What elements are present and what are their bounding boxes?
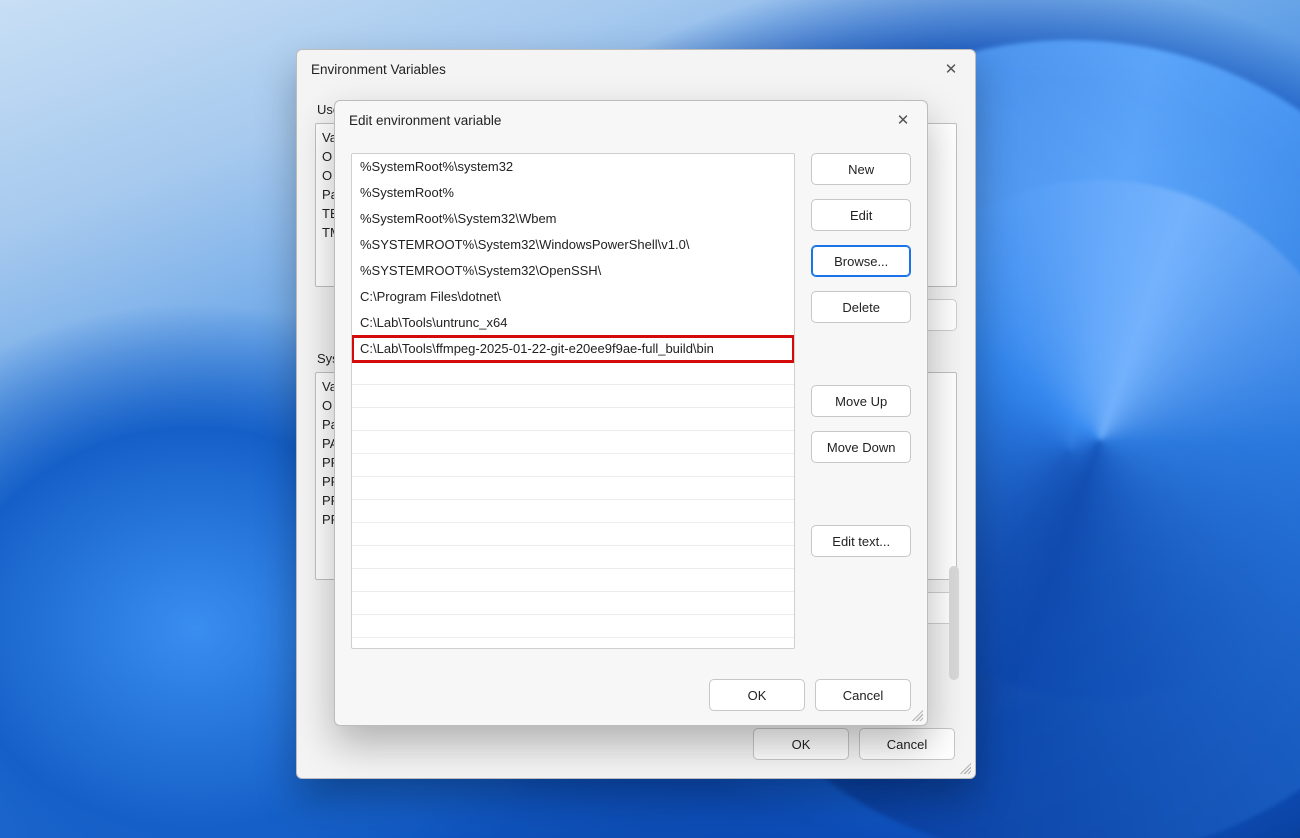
path-entry[interactable]: %SystemRoot%\system32: [352, 154, 794, 180]
delete-button[interactable]: Delete: [811, 291, 911, 323]
path-entry[interactable]: %SYSTEMROOT%\System32\OpenSSH\: [352, 258, 794, 284]
resize-grip[interactable]: [957, 760, 971, 774]
cancel-button[interactable]: Cancel: [859, 728, 955, 760]
resize-grip[interactable]: [909, 707, 923, 721]
empty-row[interactable]: [352, 408, 794, 431]
empty-row[interactable]: [352, 546, 794, 569]
env-title: Environment Variables: [311, 62, 446, 77]
path-entry[interactable]: C:\Lab\Tools\untrunc_x64: [352, 310, 794, 336]
path-entry[interactable]: C:\Program Files\dotnet\: [352, 284, 794, 310]
env-footer: OK Cancel: [315, 724, 957, 766]
edit-text-button[interactable]: Edit text...: [811, 525, 911, 557]
ok-button[interactable]: OK: [709, 679, 805, 711]
path-entry[interactable]: C:\Lab\Tools\ffmpeg-2025-01-22-git-e20ee…: [352, 336, 794, 362]
close-icon[interactable]: ✕: [885, 106, 921, 134]
move-up-button[interactable]: Move Up: [811, 385, 911, 417]
desktop-background: Environment Variables ✕ User Va O O Pa T…: [0, 0, 1300, 838]
cancel-button[interactable]: Cancel: [815, 679, 911, 711]
empty-row[interactable]: [352, 592, 794, 615]
empty-row[interactable]: [352, 569, 794, 592]
ok-button[interactable]: OK: [753, 728, 849, 760]
empty-row[interactable]: [352, 638, 794, 649]
env-titlebar: Environment Variables ✕: [297, 50, 975, 88]
empty-row[interactable]: [352, 362, 794, 385]
empty-row[interactable]: [352, 385, 794, 408]
empty-row[interactable]: [352, 454, 794, 477]
empty-row[interactable]: [352, 431, 794, 454]
move-down-button[interactable]: Move Down: [811, 431, 911, 463]
path-entry[interactable]: %SystemRoot%\System32\Wbem: [352, 206, 794, 232]
empty-row[interactable]: [352, 500, 794, 523]
browse-button[interactable]: Browse...: [811, 245, 911, 277]
empty-row[interactable]: [352, 523, 794, 546]
edit-titlebar: Edit environment variable ✕: [335, 101, 927, 139]
empty-row[interactable]: [352, 477, 794, 500]
new-button[interactable]: New: [811, 153, 911, 185]
path-entry[interactable]: %SystemRoot%: [352, 180, 794, 206]
edit-footer: OK Cancel: [335, 679, 927, 725]
edit-env-var-dialog: Edit environment variable ✕ %SystemRoot%…: [334, 100, 928, 726]
close-icon[interactable]: ✕: [933, 55, 969, 83]
edit-button[interactable]: Edit: [811, 199, 911, 231]
empty-row[interactable]: [352, 615, 794, 638]
side-buttons: New Edit Browse... Delete Move Up Move D…: [811, 153, 911, 667]
edit-title: Edit environment variable: [349, 113, 501, 128]
path-entries-list[interactable]: %SystemRoot%\system32%SystemRoot%%System…: [351, 153, 795, 649]
scrollbar[interactable]: [949, 566, 959, 680]
path-entry[interactable]: %SYSTEMROOT%\System32\WindowsPowerShell\…: [352, 232, 794, 258]
